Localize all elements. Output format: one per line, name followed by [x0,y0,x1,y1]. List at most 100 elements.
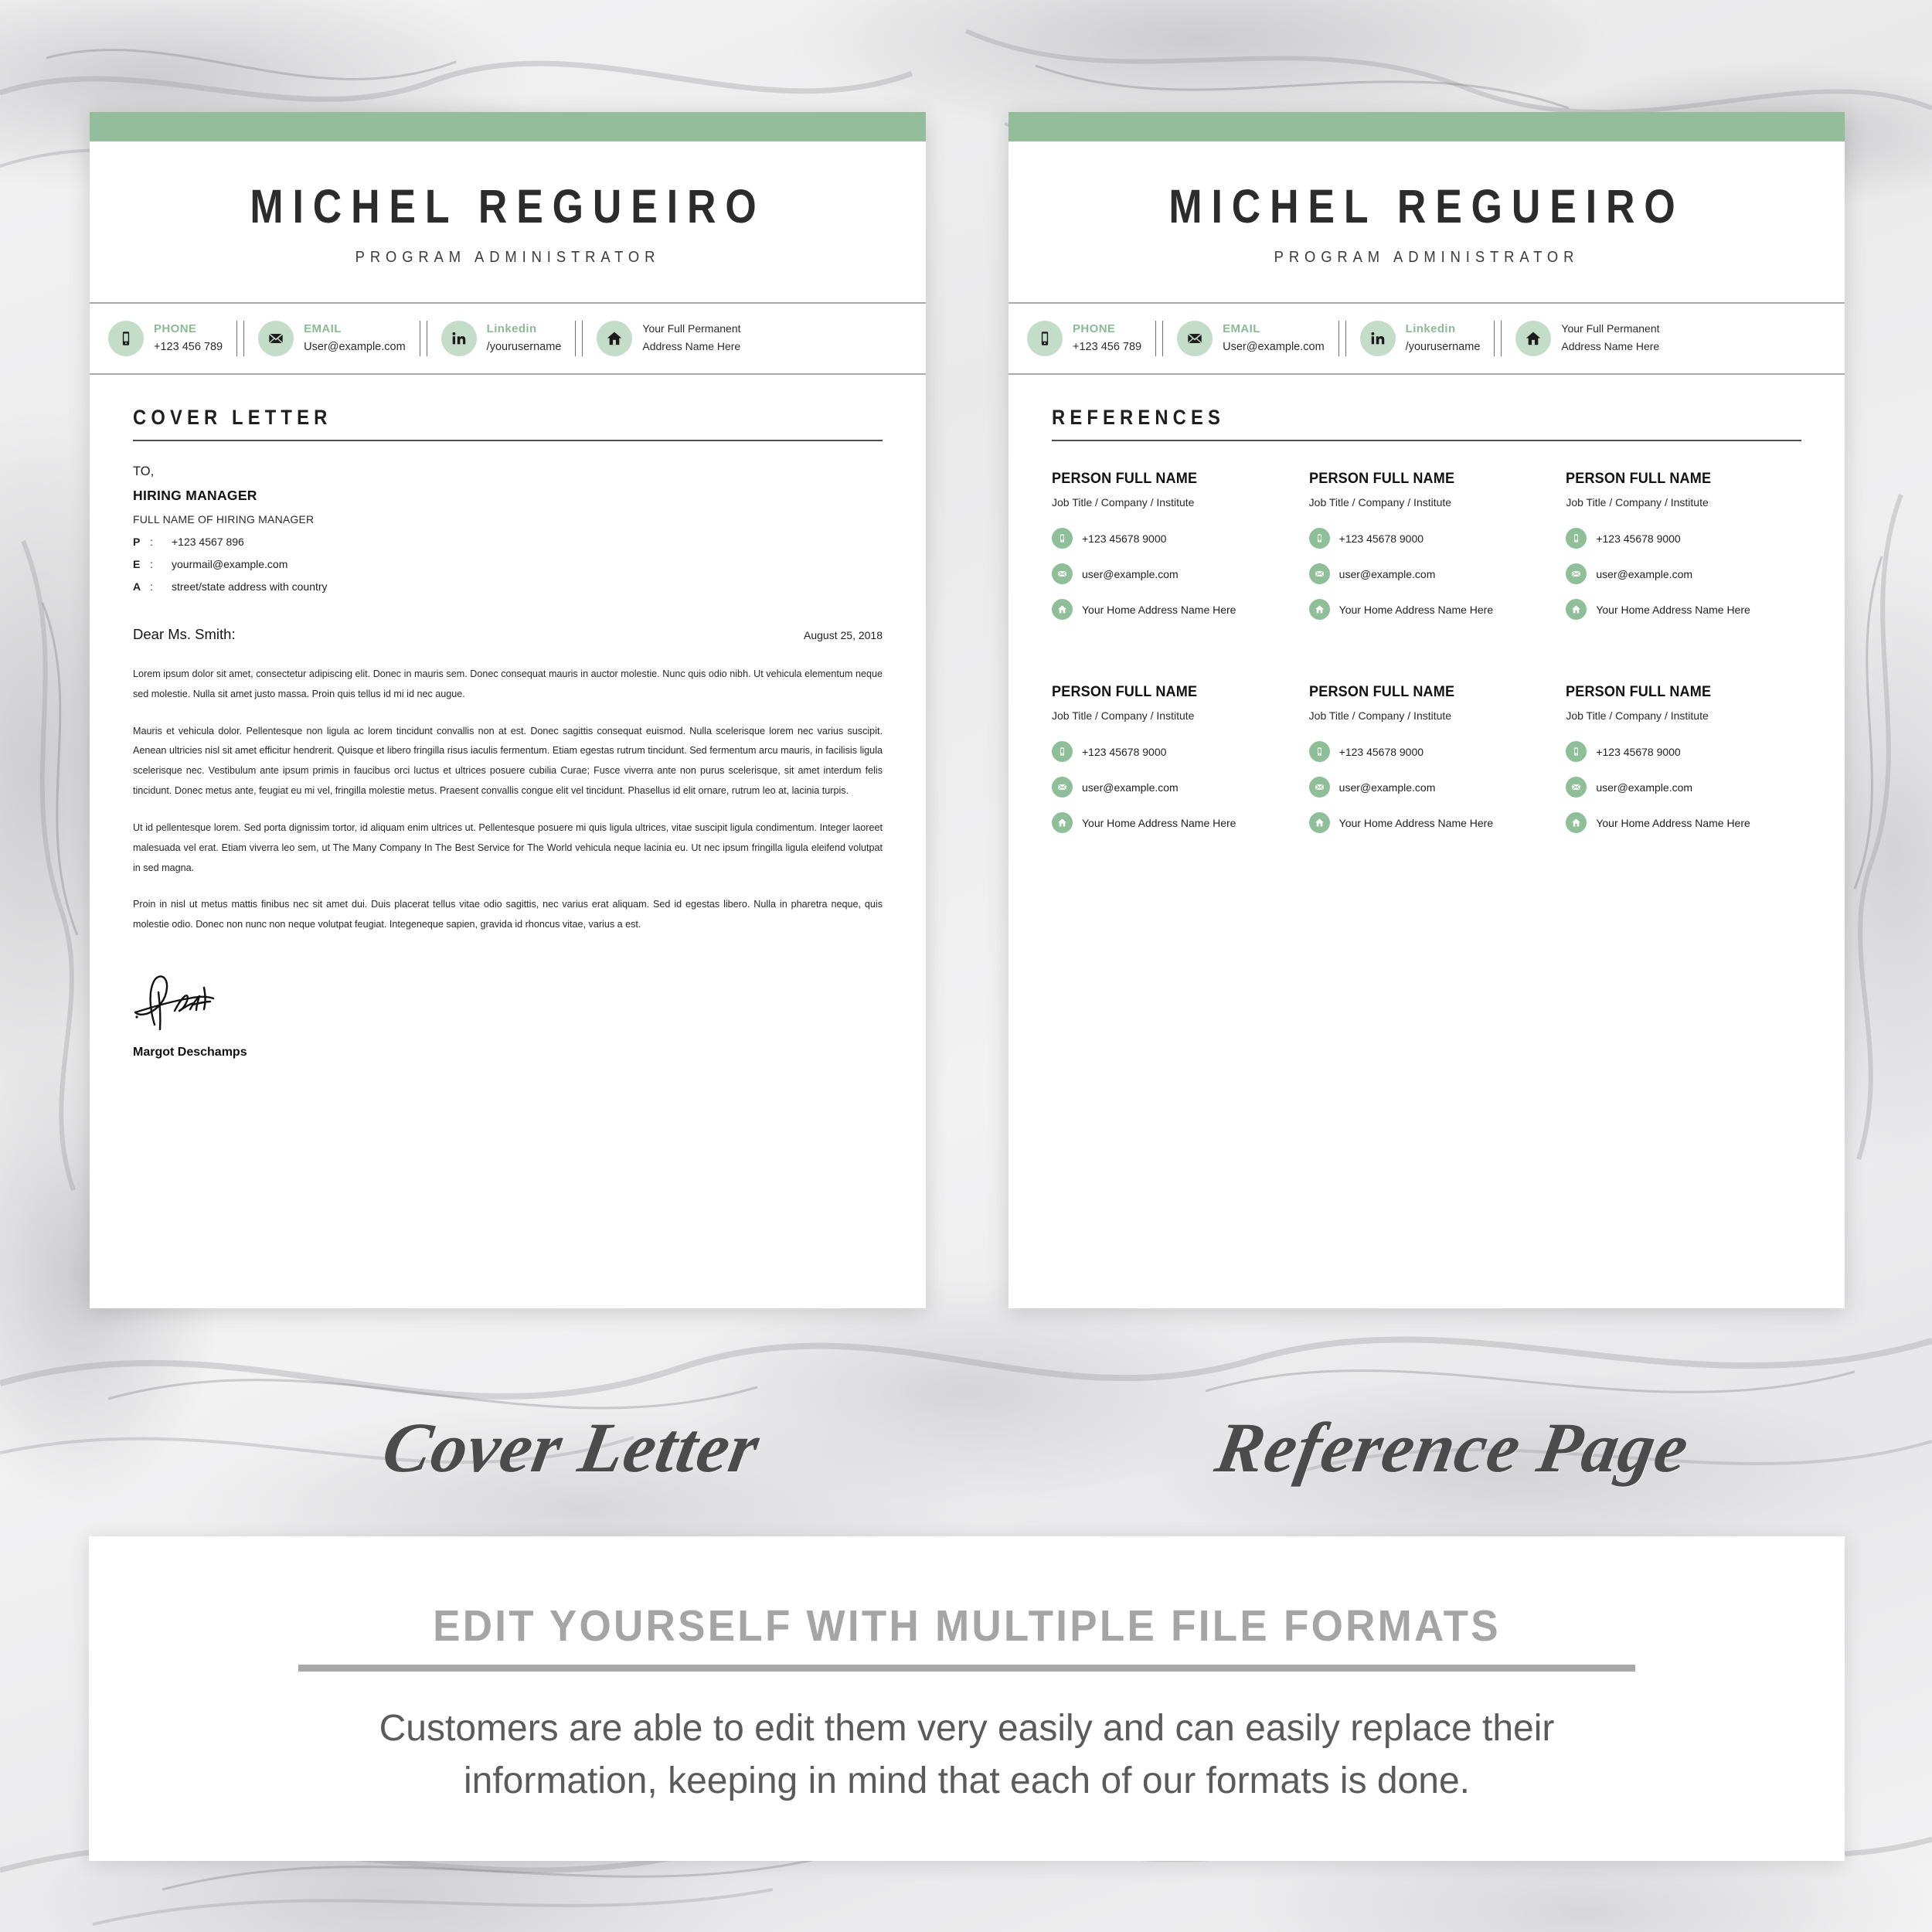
section-title-cover-letter: COVER LETTER [133,406,332,429]
person-name: MICHEL REGUEIRO [1168,180,1685,233]
recipient-phone-row: P : +123 4567 896 [133,536,883,548]
contact-value: Your Full Permanent [642,322,741,335]
signature-image [134,975,215,1031]
caption-reference-page: Reference Page [1210,1408,1696,1487]
reference-phone-value: +123 45678 9000 [1338,532,1424,545]
reference-email-value: user@example.com [1338,567,1436,580]
letterhead-left: MICHEL REGUEIRO PROGRAM ADMINISTRATOR [90,141,926,267]
reference-phone[interactable]: +123 45678 9000 [1308,741,1545,762]
phone-icon [1052,741,1073,762]
reference-job: Job Title / Company / Institute [1308,709,1452,722]
field-sep: : [150,580,153,593]
reference-email[interactable]: user@example.com [1566,777,1801,798]
contact-label: EMAIL [304,322,342,336]
reference-phone[interactable]: +123 45678 9000 [1566,528,1801,549]
person-role: PROGRAM ADMINISTRATOR [355,249,661,266]
letter-paragraph: Mauris et vehicula dolor. Pellentesque n… [133,725,883,797]
phone-icon [1027,321,1063,356]
reference-address[interactable]: Your Home Address Name Here [1052,812,1287,833]
reference-address[interactable]: Your Home Address Name Here [1308,599,1545,620]
contact-linkedin[interactable]: Linkedin /yourusername [440,321,562,356]
banner-line-2: information, keeping in mind that each o… [463,1760,1471,1802]
contact-value-2: Address Name Here [642,340,741,352]
divider [236,321,245,356]
field-sep: : [150,536,153,548]
section-rule [1052,440,1801,441]
contact-label: Linkedin [1405,322,1456,336]
contact-value-2: Address Name Here [1561,340,1660,352]
reference-address-value: Your Home Address Name Here [1596,603,1750,616]
reference-email-value: user@example.com [1596,567,1693,580]
letter-date: August 25, 2018 [804,629,883,641]
reference-address[interactable]: Your Home Address Name Here [1052,599,1287,620]
letter-paragraph: Proin in nisl ut metus mattis finibus ne… [133,899,883,930]
reference-phone[interactable]: +123 45678 9000 [1566,741,1801,762]
reference-name: PERSON FULL NAME [1052,684,1198,700]
accent-band-left [90,112,926,141]
email-icon [1052,777,1073,798]
reference-address[interactable]: Your Home Address Name Here [1566,599,1801,620]
linkedin-icon [440,321,477,356]
home-icon [1515,321,1552,356]
person-role: PROGRAM ADMINISTRATOR [1274,249,1580,266]
phone-icon [1308,741,1330,762]
reference-phone[interactable]: +123 45678 9000 [1052,528,1287,549]
field-key: A [133,580,141,593]
contact-phone[interactable]: PHONE +123 456 789 [108,321,223,356]
contact-phone[interactable]: PHONE +123 456 789 [1027,321,1141,356]
reference-email-value: user@example.com [1596,781,1693,794]
letterhead-right: MICHEL REGUEIRO PROGRAM ADMINISTRATOR [1009,141,1845,267]
reference-email[interactable]: user@example.com [1052,777,1287,798]
reference-job: Job Title / Company / Institute [1052,496,1195,509]
email-icon [1566,777,1587,798]
recipient-address-row: A : street/state address with country [133,580,883,593]
contact-value: +123 456 789 [154,341,223,353]
reference-address[interactable]: Your Home Address Name Here [1308,812,1545,833]
accent-band-right [1009,112,1845,141]
contact-strip-left: PHONE +123 456 789 EMAIL User@example.co… [90,302,926,375]
contact-strip-right: PHONE +123 456 789 EMAIL User@example.co… [1009,302,1845,375]
banner-heading: EDIT YOURSELF WITH MULTIPLE FILE FORMATS [433,1601,1501,1651]
field-value: +123 4567 896 [172,536,244,548]
reference-email[interactable]: user@example.com [1308,563,1545,584]
reference-phone-value: +123 45678 9000 [1596,745,1681,758]
reference-job: Job Title / Company / Institute [1052,709,1195,722]
section-rule [133,440,883,441]
greeting: Dear Ms. Smith: [133,626,236,642]
reference-card: PERSON FULL NAME Job Title / Company / I… [1308,684,1545,848]
reference-phone-value: +123 45678 9000 [1596,532,1681,545]
reference-name: PERSON FULL NAME [1308,471,1454,487]
reference-phone[interactable]: +123 45678 9000 [1308,528,1545,549]
reference-email[interactable]: user@example.com [1052,563,1287,584]
contact-value: User@example.com [304,341,406,353]
banner-paragraph: Customers are able to edit them very eas… [186,1702,1747,1808]
contact-address[interactable]: Your Full Permanent Address Name Here [1515,321,1660,356]
reference-name: PERSON FULL NAME [1566,471,1712,487]
contact-address[interactable]: Your Full Permanent Address Name Here [597,321,741,356]
contact-email[interactable]: EMAIL User@example.com [258,321,406,356]
contact-linkedin[interactable]: Linkedin /yourusername [1359,321,1480,356]
home-icon [1308,812,1330,833]
contact-email[interactable]: EMAIL User@example.com [1177,321,1325,356]
reference-address[interactable]: Your Home Address Name Here [1566,812,1801,833]
contact-label: PHONE [154,322,197,336]
reference-card: PERSON FULL NAME Job Title / Company / I… [1308,471,1545,634]
email-icon [1308,563,1330,584]
contact-label: EMAIL [1223,322,1260,336]
section-title-references: REFERENCES [1052,406,1225,429]
reference-email[interactable]: user@example.com [1566,563,1801,584]
contact-value: Your Full Permanent [1561,322,1660,335]
reference-address-value: Your Home Address Name Here [1082,816,1236,829]
reference-phone-value: +123 45678 9000 [1082,745,1167,758]
reference-job: Job Title / Company / Institute [1308,496,1452,509]
reference-phone-value: +123 45678 9000 [1082,532,1167,545]
caption-cover-letter: Cover Letter [377,1408,766,1487]
phone-icon [108,321,144,356]
reference-email[interactable]: user@example.com [1308,777,1545,798]
reference-name: PERSON FULL NAME [1308,684,1454,700]
divider [1494,321,1502,356]
reference-phone[interactable]: +123 45678 9000 [1052,741,1287,762]
contact-value: /yourusername [486,341,562,353]
letter-paragraph: Ut id pellentesque lorem. Sed porta dign… [133,821,883,873]
banner-line-1: Customers are able to edit them very eas… [379,1708,1555,1749]
